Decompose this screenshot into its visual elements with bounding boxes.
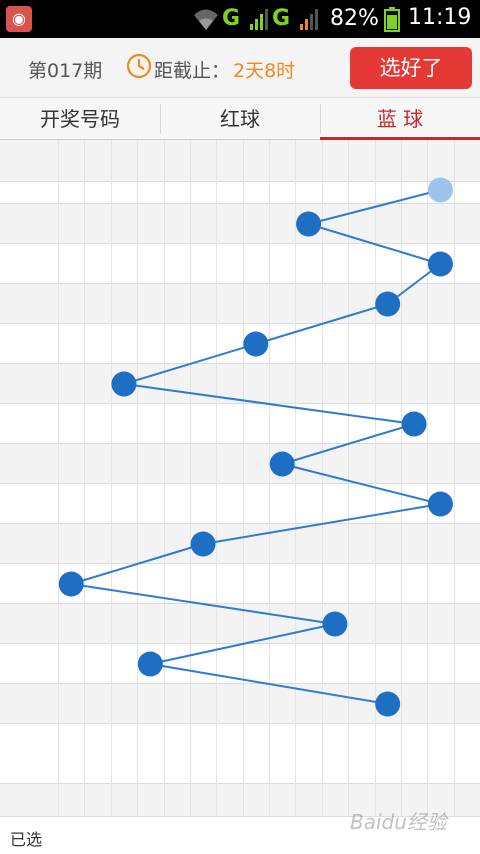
blue-ball-hit	[58, 564, 84, 604]
app-notification-icon: ◉	[6, 6, 32, 32]
clock-time: 11:19	[408, 5, 472, 30]
network-type-1: G	[222, 6, 241, 31]
blue-ball-hit	[427, 244, 453, 284]
trend-line-overlay	[58, 177, 453, 717]
trend-grid[interactable]	[0, 140, 480, 816]
header-bar: 第017期 距截止： 2天8时 选好了	[0, 38, 480, 98]
blue-ball-hit	[269, 444, 295, 484]
trend-line-segment	[308, 223, 441, 265]
clock-icon	[126, 53, 152, 79]
wifi-icon	[194, 9, 218, 30]
deadline-value: 2天8时	[233, 60, 296, 82]
blue-ball-hit	[427, 182, 453, 198]
tab-draw-numbers[interactable]: 开奖号码	[0, 98, 160, 140]
trend-line-segment	[71, 583, 336, 625]
blue-ball-hit	[190, 524, 216, 564]
signal-icon-2	[300, 9, 318, 30]
trend-line-segment	[281, 423, 415, 465]
selected-label: 已选	[10, 830, 43, 849]
blue-ball-hit	[322, 604, 348, 644]
trend-line-segment	[255, 303, 388, 345]
signal-icon	[250, 9, 268, 30]
blue-ball-hit	[137, 644, 163, 684]
blue-ball-hit	[111, 364, 137, 404]
trend-line-segment	[281, 463, 441, 505]
trend-line-segment	[123, 383, 415, 425]
trend-line-segment	[150, 623, 336, 665]
trend-line-segment	[123, 343, 257, 385]
blue-ball-hit	[243, 324, 269, 364]
trend-line-segment	[150, 663, 388, 705]
tab-bar: 开奖号码 红球 蓝 球	[0, 98, 480, 140]
tab-red-ball[interactable]: 红球	[160, 98, 320, 140]
blue-ball-hit	[427, 484, 453, 524]
blue-ball-hit	[295, 204, 321, 244]
trend-line-segment	[308, 189, 441, 225]
network-type-2: G	[272, 6, 291, 31]
battery-percent: 82%	[330, 6, 379, 31]
blue-ball-hit	[401, 404, 427, 444]
issue-number: 第017期	[28, 60, 103, 82]
trend-line-segment	[70, 543, 204, 585]
trend-line-segment	[202, 503, 441, 545]
status-bar: ◉ G G 82% 11:19	[0, 0, 480, 38]
select-done-button[interactable]: 选好了	[350, 47, 472, 89]
blue-ball-hit	[375, 684, 401, 724]
battery-icon	[384, 7, 400, 32]
deadline-label: 距截止：	[154, 60, 231, 82]
tab-blue-ball[interactable]: 蓝 球	[320, 98, 480, 140]
blue-ball-hit	[375, 284, 401, 324]
